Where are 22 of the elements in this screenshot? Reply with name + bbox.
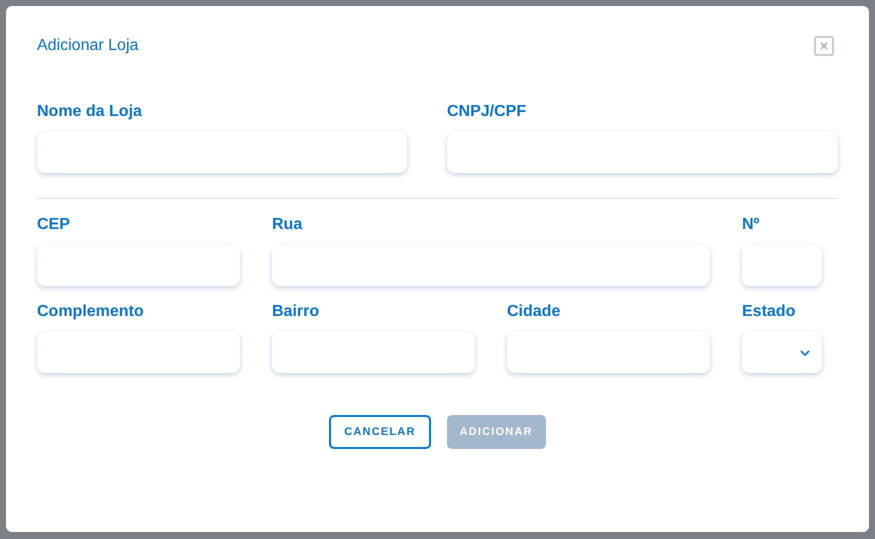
field-label: Nº: [742, 215, 760, 235]
input-field[interactable]: [37, 132, 407, 173]
select-field[interactable]: [742, 332, 822, 373]
field-label: Rua: [272, 215, 304, 235]
input-field[interactable]: [272, 332, 475, 373]
close-icon[interactable]: [814, 36, 834, 56]
field-label: CEP: [37, 215, 71, 235]
input-field[interactable]: [272, 245, 710, 286]
input-field[interactable]: [447, 132, 838, 173]
field-label: Complemento: [37, 302, 145, 322]
input-field[interactable]: [37, 245, 240, 286]
field-label: Nome da Loja: [37, 102, 143, 122]
input-field[interactable]: [37, 332, 240, 373]
field-label: Estado: [742, 302, 796, 322]
field-label: Bairro: [272, 302, 320, 322]
input-field[interactable]: [742, 245, 822, 286]
field-label: Cidade: [507, 302, 562, 322]
chevron-down-icon: [800, 350, 810, 356]
input-field[interactable]: [507, 332, 710, 373]
cancel-button[interactable]: CANCELAR: [329, 415, 431, 449]
dialog-title: Adicionar Loja: [37, 36, 138, 56]
field-label: CNPJ/CPF: [447, 102, 528, 122]
